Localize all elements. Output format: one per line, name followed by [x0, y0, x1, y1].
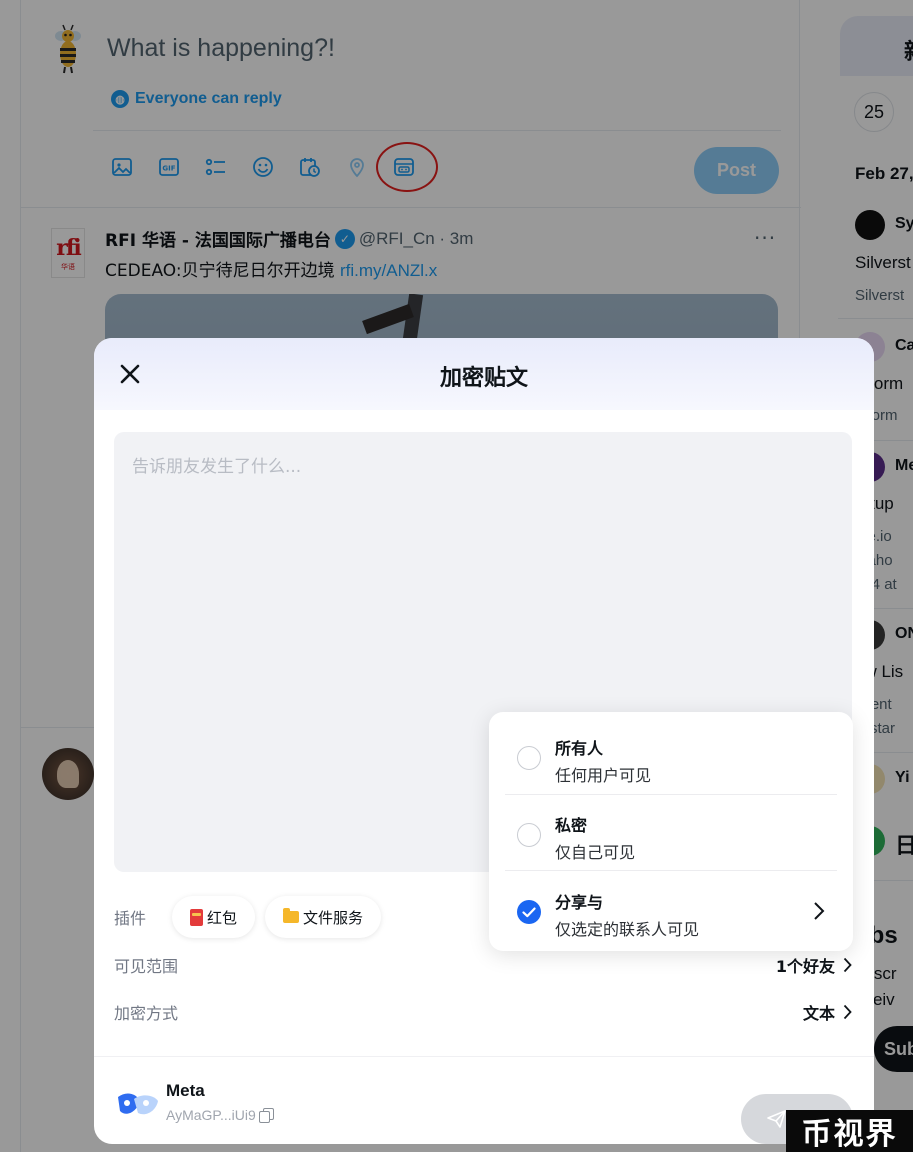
option-share-with[interactable]: 分享与 仅选定的联系人可见 — [489, 870, 853, 946]
account-address: AyMaGP...iUi9 — [166, 1107, 274, 1123]
modal-footer: Meta AyMaGP...iUi9 加密 — [94, 1056, 874, 1144]
visibility-row: 可见范围 1个好友 — [114, 950, 852, 980]
radio-checked-icon[interactable] — [517, 900, 541, 924]
encryption-row: 加密方式 文本 — [114, 997, 852, 1027]
meta-mask-icon — [118, 1093, 158, 1115]
chevron-right-icon[interactable] — [812, 901, 826, 921]
visibility-selector[interactable]: 1个好友 — [776, 953, 852, 977]
plugins-label: 插件 — [114, 909, 147, 928]
chevron-right-icon — [843, 1004, 852, 1020]
visibility-label: 可见范围 — [114, 957, 179, 976]
radio-unchecked[interactable] — [517, 746, 541, 770]
chevron-right-icon — [843, 957, 852, 973]
red-packet-icon — [190, 908, 203, 926]
encryption-label: 加密方式 — [114, 1004, 179, 1023]
folder-icon — [283, 908, 300, 923]
option-everyone[interactable]: 所有人 任何用户可见 — [489, 716, 853, 792]
encryption-selector[interactable]: 文本 — [803, 1000, 852, 1024]
watermark-logo: 币视界 — [786, 1110, 913, 1152]
radio-unchecked[interactable] — [517, 823, 541, 847]
modal-header: 加密贴文 — [94, 338, 874, 410]
copy-icon[interactable] — [258, 1108, 274, 1123]
account-name: Meta — [166, 1081, 205, 1100]
plugins-row: 插件 红包 文件服务 — [114, 896, 382, 938]
file-service-button[interactable]: 文件服务 — [265, 896, 382, 938]
send-icon — [767, 1110, 786, 1128]
red-packet-button[interactable]: 红包 — [172, 896, 256, 938]
visibility-dropdown: 所有人 任何用户可见 私密 仅自己可见 分享与 仅选定的联系人可见 — [489, 712, 853, 951]
option-private[interactable]: 私密 仅自己可见 — [489, 793, 853, 869]
modal-title: 加密贴文 — [439, 366, 528, 391]
